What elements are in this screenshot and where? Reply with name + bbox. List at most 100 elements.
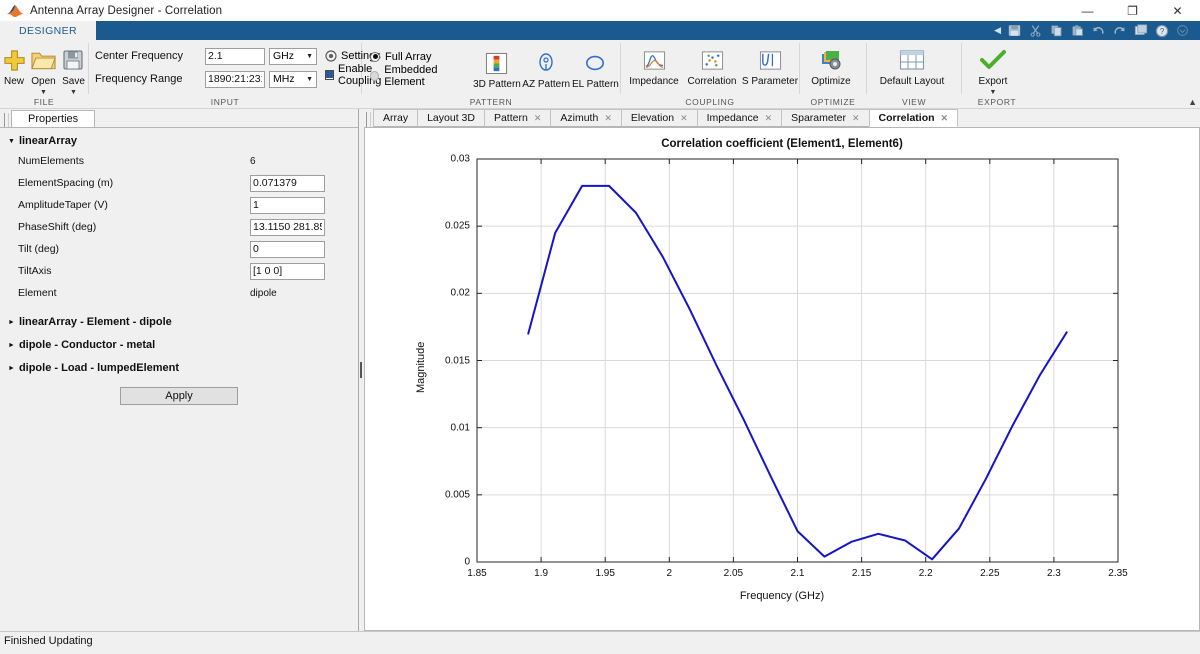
tab-azimuth[interactable]: Azimuth ✕ xyxy=(550,109,621,127)
properties-tab-strip: Properties xyxy=(0,109,358,127)
chevron-down-icon: ▼ xyxy=(306,76,313,83)
status-divider xyxy=(0,631,1200,632)
correlation-chart[interactable]: Correlation coefficient (Element1, Eleme… xyxy=(365,128,1199,630)
optimize-gear-icon xyxy=(819,45,843,75)
close-icon[interactable]: ✕ xyxy=(765,113,773,124)
tab-elevation[interactable]: Elevation✕ xyxy=(621,109,698,127)
minimize-button[interactable]: — xyxy=(1065,0,1110,21)
qat-undo-arrow-icon[interactable] xyxy=(1089,22,1108,39)
tree-node-lineararray[interactable]: ▼ linearArray xyxy=(0,132,358,150)
3d-pattern-button[interactable]: 3D Pattern xyxy=(472,47,521,90)
document-tab-strip: Array Layout 3D Pattern✕ Azimuth ✕ Elevat… xyxy=(364,109,1200,128)
open-dropdown-icon[interactable]: ▼ xyxy=(40,89,47,96)
s-parameter-icon xyxy=(759,45,782,75)
amplitudetaper-input[interactable] xyxy=(250,197,325,214)
tab-array[interactable]: Array xyxy=(373,109,418,127)
qat-window-layout-icon[interactable] xyxy=(1131,22,1150,39)
qat-save-icon[interactable] xyxy=(1005,22,1024,39)
triangle-right-icon: ► xyxy=(8,365,15,372)
new-button[interactable]: New xyxy=(0,44,28,87)
ribbon-group-coupling: Impedance Correlation xyxy=(621,40,799,109)
export-label: Export xyxy=(979,76,1008,87)
tilt-input[interactable] xyxy=(250,241,325,258)
qat-redo-arrow-icon[interactable] xyxy=(1110,22,1129,39)
doc-drag-grip[interactable] xyxy=(366,112,371,127)
frequency-range-input[interactable] xyxy=(205,71,265,88)
qat-paste-icon[interactable] xyxy=(1068,22,1087,39)
qat-chevron-down-circle-icon[interactable] xyxy=(1173,22,1192,39)
property-value: 6 xyxy=(250,156,256,167)
collapse-ribbon-icon[interactable]: ▲ xyxy=(1188,97,1197,107)
close-icon[interactable]: ✕ xyxy=(604,113,612,124)
export-button[interactable]: Export ▼ xyxy=(962,44,1024,96)
panel-drag-grip[interactable] xyxy=(4,113,9,127)
y-tick-label: 0.005 xyxy=(445,489,470,500)
qat-question-circle-icon[interactable]: ? xyxy=(1152,22,1171,39)
tree-node-load-lumpedelement[interactable]: ► dipole - Load - lumpedElement xyxy=(0,359,358,377)
center-frequency-input[interactable] xyxy=(205,48,265,65)
svg-text:?: ? xyxy=(1159,27,1164,36)
close-button[interactable]: ✕ xyxy=(1155,0,1200,21)
status-bar: Finished Updating xyxy=(0,631,1200,654)
phaseshift-input[interactable] xyxy=(250,219,325,236)
group-label-input: INPUT xyxy=(89,96,361,109)
tab-sparameter[interactable]: Sparameter✕ xyxy=(781,109,869,127)
chevron-down-icon: ▼ xyxy=(306,53,313,60)
tiltaxis-input[interactable] xyxy=(250,263,325,280)
correlation-button[interactable]: Correlation xyxy=(683,44,741,87)
tab-properties[interactable]: Properties xyxy=(11,110,95,127)
close-icon[interactable]: ✕ xyxy=(534,113,542,124)
tree-node-conductor-metal[interactable]: ► dipole - Conductor - metal xyxy=(0,336,358,354)
center-frequency-unit-select[interactable]: GHz ▼ xyxy=(269,48,317,65)
property-row-tilt: Tilt (deg) xyxy=(0,238,358,260)
export-dropdown-icon[interactable]: ▼ xyxy=(990,89,997,96)
tab-label: Azimuth xyxy=(560,112,598,124)
close-icon[interactable]: ✕ xyxy=(941,113,949,124)
tab-impedance[interactable]: Impedance✕ xyxy=(697,109,783,127)
frequency-range-row: Frequency Range MHz ▼ xyxy=(95,69,317,89)
tree-node-element-dipole[interactable]: ► linearArray - Element - dipole xyxy=(0,313,358,331)
az-pattern-button[interactable]: AZ Pattern xyxy=(522,47,571,90)
qat-expand-icon[interactable]: ◀ xyxy=(994,25,1001,36)
x-tick-label: 2.35 xyxy=(1108,568,1127,579)
save-dropdown-icon[interactable]: ▼ xyxy=(70,89,77,96)
gear-target-icon xyxy=(325,50,337,62)
open-button[interactable]: Open ▼ xyxy=(28,44,59,96)
qat-scissors-icon[interactable] xyxy=(1026,22,1045,39)
property-label: PhaseShift (deg) xyxy=(18,221,250,233)
ribbon-tab-strip: DESIGNER ◀ ? xyxy=(0,21,1200,40)
optimize-button[interactable]: Optimize xyxy=(800,44,862,87)
embedded-element-label: Embedded Element xyxy=(384,64,472,88)
az-pattern-icon xyxy=(534,48,558,78)
property-row-phaseshift: PhaseShift (deg) xyxy=(0,216,358,238)
x-tick-label: 1.9 xyxy=(534,568,548,579)
radio-off-icon xyxy=(370,71,379,81)
close-icon[interactable]: ✕ xyxy=(680,113,688,124)
s-parameter-button[interactable]: S Parameter xyxy=(741,44,799,87)
default-layout-button[interactable]: Default Layout xyxy=(867,44,957,87)
y-tick-label: 0.03 xyxy=(451,154,470,165)
tree-node-label: linearArray xyxy=(19,135,77,147)
elementspacing-input[interactable] xyxy=(250,175,325,192)
property-row-amplitudetaper: AmplitudeTaper (V) xyxy=(0,194,358,216)
optimize-label: Optimize xyxy=(811,76,850,87)
apply-button[interactable]: Apply xyxy=(120,387,238,405)
impedance-button[interactable]: Impedance xyxy=(625,44,683,87)
close-icon[interactable]: ✕ xyxy=(852,113,860,124)
tab-pattern[interactable]: Pattern✕ xyxy=(484,109,551,127)
tab-layout-3d[interactable]: Layout 3D xyxy=(417,109,485,127)
save-button[interactable]: Save ▼ xyxy=(59,44,88,96)
tab-designer[interactable]: DESIGNER xyxy=(0,21,96,40)
qat-copy-icon[interactable] xyxy=(1047,22,1066,39)
x-tick-label: 2 xyxy=(667,568,673,579)
x-tick-label: 2.1 xyxy=(791,568,805,579)
tab-correlation[interactable]: Correlation✕ xyxy=(869,109,959,127)
frequency-range-unit-select[interactable]: MHz ▼ xyxy=(269,71,317,88)
restore-button[interactable]: ❐ xyxy=(1110,0,1155,21)
quick-access-toolbar: ◀ ? xyxy=(994,21,1196,40)
y-tick-label: 0 xyxy=(464,557,470,568)
ribbon-group-view: Default Layout VIEW xyxy=(867,40,961,109)
el-pattern-button[interactable]: EL Pattern xyxy=(571,47,620,90)
embedded-element-radio[interactable]: Embedded Element xyxy=(370,66,472,85)
el-pattern-icon xyxy=(583,48,607,78)
